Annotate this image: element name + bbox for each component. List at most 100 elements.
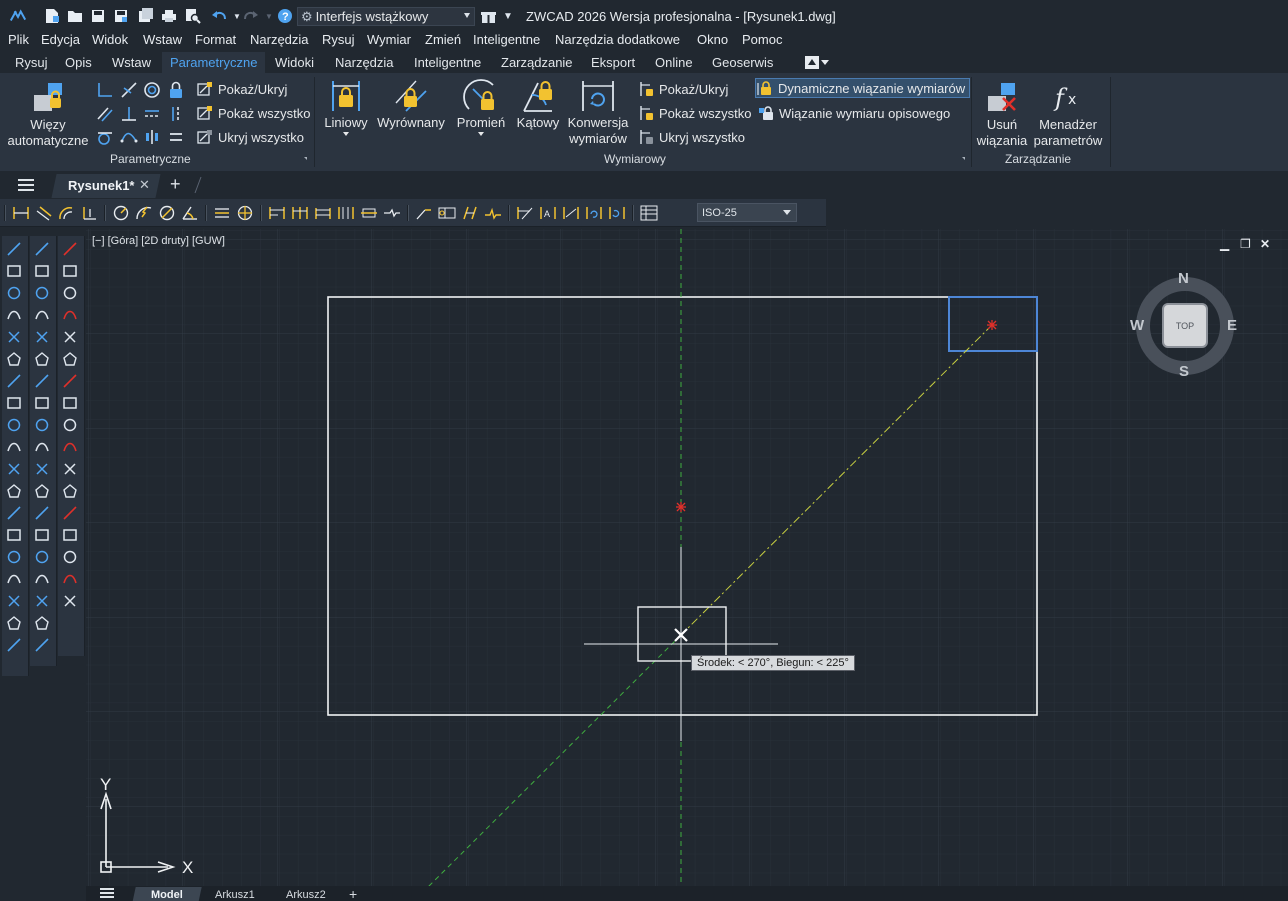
make-block-icon[interactable] — [5, 504, 23, 522]
close-icon[interactable]: ✕ — [139, 177, 150, 193]
compass-west[interactable]: W — [1130, 317, 1144, 334]
menu-widok[interactable]: Widok — [92, 32, 128, 47]
insert-block-icon[interactable] — [5, 482, 23, 500]
radius-dim-button[interactable]: Promień — [454, 79, 508, 136]
snap-magnet-2-icon[interactable] — [61, 592, 79, 610]
dim-inspect-icon[interactable] — [360, 204, 378, 222]
tab-zarzadzanie[interactable]: Zarządzanie — [501, 55, 573, 70]
menu-narzedzia-dodatkowe[interactable]: Narzędzia dodatkowe — [555, 32, 680, 47]
snap-none-icon[interactable] — [61, 526, 79, 544]
dim-text-angle-icon[interactable] — [562, 204, 580, 222]
coincident-icon[interactable] — [95, 80, 115, 100]
dim-edit-icon[interactable] — [516, 204, 534, 222]
dim-aligned-icon[interactable] — [35, 204, 53, 222]
undo-icon[interactable] — [210, 7, 228, 25]
dim-jog-line-icon[interactable] — [383, 204, 401, 222]
snap-endpoint-icon[interactable] — [61, 240, 79, 258]
arc-icon[interactable] — [5, 350, 23, 368]
tab-wstaw[interactable]: Wstaw — [112, 55, 151, 70]
new-file-icon[interactable] — [43, 7, 61, 25]
smooth-icon[interactable] — [119, 127, 139, 147]
scale-icon[interactable] — [33, 394, 51, 412]
tab-geoserwis[interactable]: Geoserwis — [712, 55, 773, 70]
panel-launcher-icon[interactable] — [304, 157, 307, 160]
break-icon[interactable] — [33, 482, 51, 500]
add-selected-icon[interactable] — [5, 636, 23, 654]
dim-baseline-icon[interactable] — [268, 204, 286, 222]
parallel-icon[interactable] — [95, 104, 115, 124]
customize-qat-icon[interactable]: ▼ — [499, 7, 517, 25]
dim-jogged-icon[interactable] — [135, 204, 153, 222]
parameters-manager-button[interactable]: fx Menadżer parametrów — [1030, 81, 1106, 149]
snap-center-icon[interactable] — [61, 350, 79, 368]
smooth-icon[interactable] — [33, 592, 51, 610]
snap-magnet-icon[interactable] — [61, 570, 79, 588]
spline-icon[interactable] — [5, 416, 23, 434]
revcloud-icon[interactable] — [5, 394, 23, 412]
hatch-icon[interactable] — [5, 548, 23, 566]
design-center-icon[interactable] — [33, 636, 51, 654]
save-as-icon[interactable] — [112, 7, 130, 25]
viewport-controls-label[interactable]: [−] [Góra] [2D druty] [GUW] — [92, 235, 225, 247]
menu-rysuj[interactable]: Rysuj — [322, 32, 355, 47]
close-icon[interactable]: ✕ — [1260, 237, 1270, 251]
ribbon-minimize-icon[interactable] — [805, 56, 819, 69]
vertical-icon[interactable] — [166, 104, 186, 124]
region-icon[interactable] — [5, 570, 23, 588]
snap-intersection-icon[interactable] — [61, 284, 79, 302]
concentric-icon[interactable] — [142, 80, 162, 100]
dim-show-all-button[interactable]: Pokaż wszystko — [637, 103, 751, 123]
symmetric-icon[interactable] — [142, 127, 162, 147]
dim-space-icon[interactable] — [314, 204, 332, 222]
drawing-canvas[interactable] — [86, 229, 1288, 886]
tab-parametryczne[interactable]: Parametryczne — [162, 52, 266, 73]
erase-icon[interactable] — [33, 240, 51, 258]
extend-icon[interactable] — [33, 460, 51, 478]
ray-icon[interactable] — [5, 262, 23, 280]
redo-icon[interactable] — [242, 7, 260, 25]
dim-break-icon[interactable] — [337, 204, 355, 222]
add-document-icon[interactable]: + — [170, 174, 181, 195]
param-hide-all-button[interactable]: Ukryj wszystko — [196, 127, 304, 147]
menu-edycja[interactable]: Edycja — [41, 32, 80, 47]
tab-arkusz2[interactable]: Arkusz2 — [286, 889, 326, 901]
dim-tolerance-icon[interactable] — [438, 204, 456, 222]
line-icon[interactable] — [5, 240, 23, 258]
open-file-icon[interactable] — [66, 7, 84, 25]
dim-continue-icon[interactable] — [291, 204, 309, 222]
menu-hamburger-icon[interactable] — [18, 179, 34, 191]
compass-south[interactable]: S — [1179, 363, 1189, 380]
mirror-icon[interactable] — [33, 284, 51, 302]
menu-narzedzia[interactable]: Narzędzia — [250, 32, 309, 47]
save-icon[interactable] — [89, 7, 107, 25]
tab-widoki[interactable]: Widoki — [275, 55, 314, 70]
trim-icon[interactable] — [33, 438, 51, 456]
convert-dim-button[interactable]: Konwersja wymiarów — [564, 79, 632, 147]
menu-okno[interactable]: Okno — [697, 32, 728, 47]
viewcube-top-face[interactable]: TOP — [1162, 303, 1208, 348]
dim-ordinate-icon[interactable] — [80, 204, 98, 222]
snap-node-icon[interactable] — [61, 482, 79, 500]
ellipse-arc-icon[interactable] — [5, 460, 23, 478]
document-tab-label[interactable]: Rysunek1* — [68, 178, 134, 193]
dim-angular-icon[interactable] — [181, 204, 199, 222]
fillet-icon[interactable] — [33, 548, 51, 566]
tab-arkusz1[interactable]: Arkusz1 — [215, 889, 255, 901]
menu-format[interactable]: Format — [195, 32, 236, 47]
print-preview-icon[interactable] — [184, 7, 202, 25]
dim-arc-length-icon[interactable] — [58, 204, 76, 222]
snap-extension-icon[interactable] — [61, 328, 79, 346]
unit-cone-icon[interactable] — [33, 614, 51, 632]
minimize-icon[interactable]: ▁ — [1220, 237, 1229, 251]
compass-north[interactable]: N — [1178, 270, 1189, 287]
compass-east[interactable]: E — [1227, 317, 1237, 334]
toolbar-grip[interactable] — [4, 205, 6, 221]
help-icon[interactable]: ? — [276, 7, 294, 25]
snap-apparent-icon[interactable] — [61, 306, 79, 324]
dim-radius-icon[interactable] — [112, 204, 130, 222]
dim-jogged-linear-icon[interactable] — [484, 204, 502, 222]
dim-oblique-icon[interactable] — [461, 204, 479, 222]
stretch-icon[interactable] — [33, 416, 51, 434]
dimension-style-select[interactable]: ISO-25 — [697, 203, 797, 222]
snap-tangent-icon[interactable] — [61, 394, 79, 412]
